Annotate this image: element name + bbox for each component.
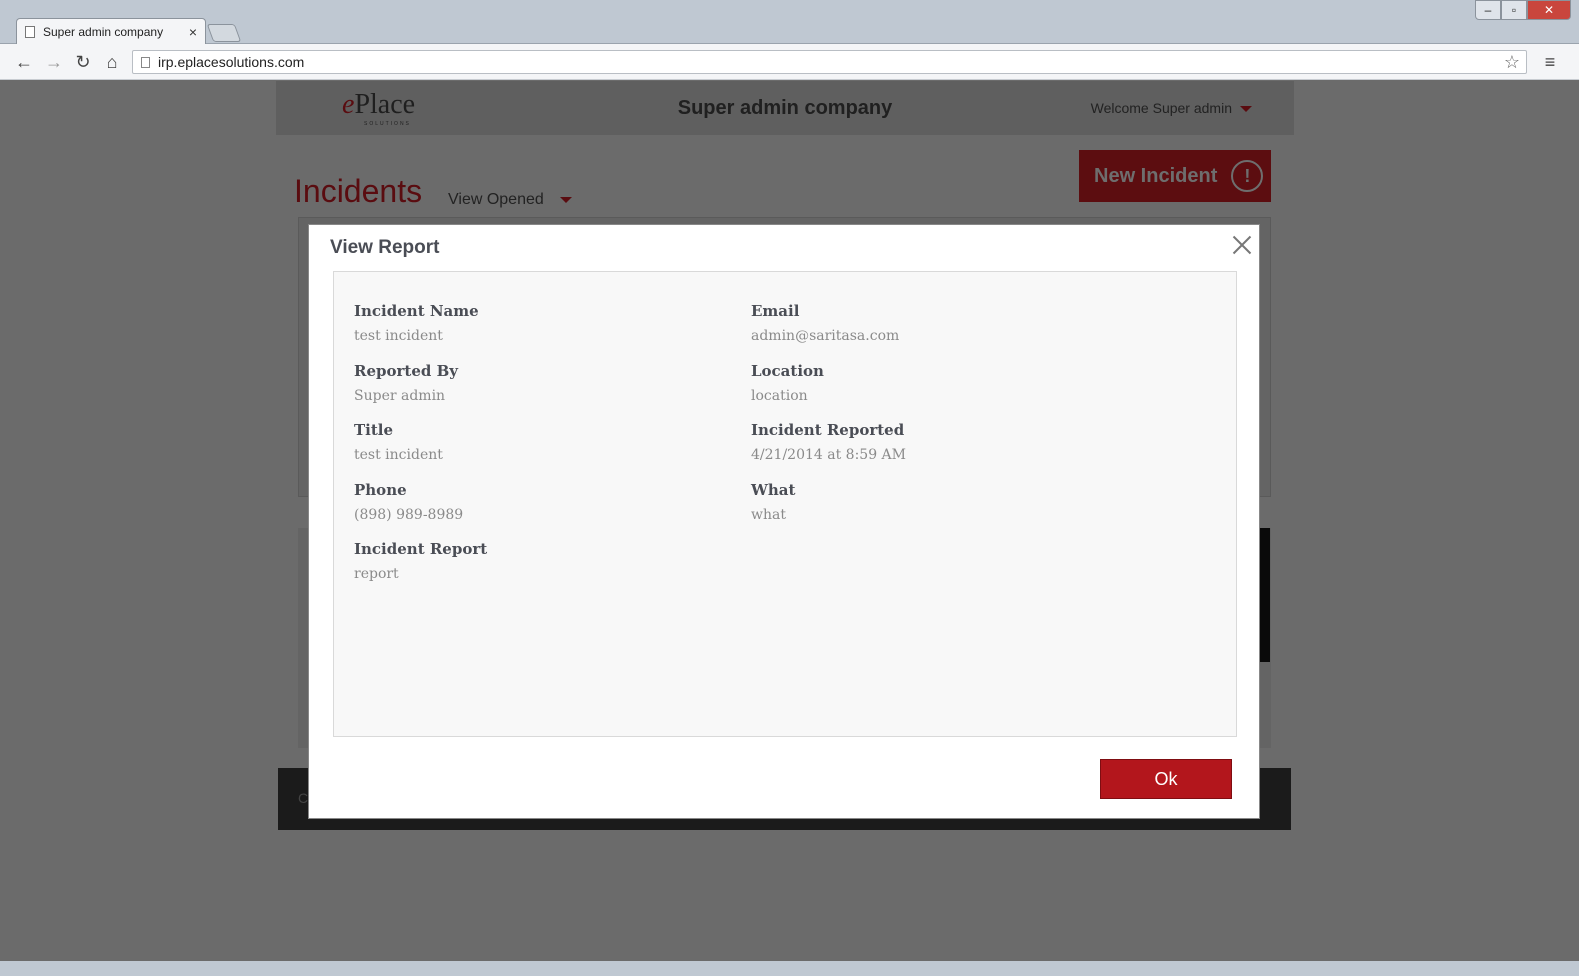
field-phone: Phone (898) 989-8989 (354, 481, 464, 523)
alert-icon: ! (1231, 160, 1264, 192)
ok-button[interactable]: Ok (1100, 759, 1232, 799)
forward-arrow-icon[interactable]: → (42, 50, 66, 74)
view-filter-dropdown[interactable]: View Opened (448, 191, 572, 209)
close-icon[interactable] (1231, 233, 1253, 255)
url-text: irp.eplacesolutions.com (158, 54, 305, 70)
tab-close-icon[interactable]: × (189, 24, 197, 40)
page-icon (141, 56, 150, 68)
field-what: What what (751, 481, 796, 523)
field-incident-name: Incident Name test incident (354, 302, 479, 344)
bookmark-star-icon[interactable]: ☆ (1504, 52, 1520, 73)
page-icon (25, 25, 35, 38)
new-tab-button[interactable] (206, 24, 242, 42)
field-incident-reported: Incident Reported 4/21/2014 at 8:59 AM (751, 421, 906, 463)
address-bar[interactable]: irp.eplacesolutions.com ☆ (132, 50, 1527, 74)
field-incident-report: Incident Report report (354, 540, 488, 582)
app-header: ePlace SOLUTIONS Super admin company Wel… (276, 81, 1294, 135)
new-incident-button[interactable]: New Incident ! (1079, 150, 1271, 202)
browser-tab[interactable]: Super admin company × (16, 18, 206, 44)
modal-title: View Report (330, 237, 440, 258)
new-incident-label: New Incident (1094, 164, 1218, 187)
view-report-modal: View Report Incident Name test incident … (308, 224, 1260, 819)
window-close-button[interactable]: ✕ (1527, 0, 1571, 20)
reload-icon[interactable]: ↻ (71, 50, 95, 74)
report-details: Incident Name test incident Reported By … (333, 271, 1237, 737)
chevron-down-icon (559, 196, 572, 203)
field-location: Location location (751, 362, 824, 404)
footer-text: C (298, 790, 309, 806)
field-email: Email admin@saritasa.com (751, 302, 900, 344)
window-bottom-frame (0, 961, 1579, 976)
user-menu[interactable]: Welcome Super admin (1091, 100, 1252, 116)
page-title: Incidents (294, 173, 423, 209)
back-arrow-icon[interactable]: ← (12, 50, 36, 74)
field-title: Title test incident (354, 421, 443, 463)
browser-toolbar: ← → ↻ ⌂ irp.eplacesolutions.com ☆ ≡ (0, 44, 1579, 80)
home-icon[interactable]: ⌂ (100, 50, 124, 74)
view-filter-label: View Opened (448, 191, 544, 208)
tab-title: Super admin company (43, 24, 164, 39)
field-reported-by: Reported By Super admin (354, 362, 458, 404)
browser-menu-icon[interactable]: ≡ (1540, 52, 1560, 72)
browser-titlebar: Super admin company × – ▫ ✕ (0, 0, 1579, 44)
minimize-button[interactable]: – (1475, 0, 1501, 20)
chevron-down-icon (1240, 106, 1252, 113)
welcome-text: Welcome Super admin (1090, 100, 1232, 116)
maximize-button[interactable]: ▫ (1501, 0, 1527, 20)
